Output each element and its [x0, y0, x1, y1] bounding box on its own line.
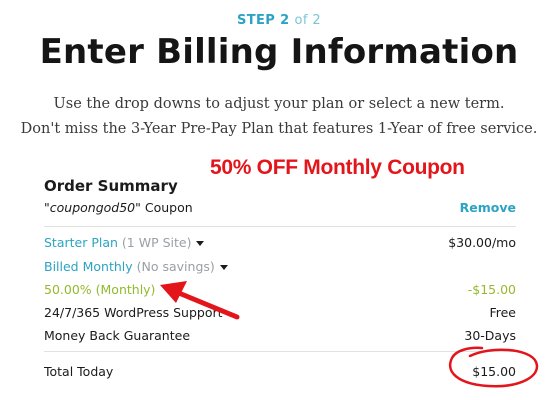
- billing-row: Billed Monthly (No savings): [44, 259, 516, 279]
- instruction-line-2: Don't miss the 3-Year Pre-Pay Plan that …: [20, 121, 538, 137]
- guarantee-label: Money Back Guarantee: [44, 328, 191, 343]
- coupon-label: Coupon: [144, 200, 193, 215]
- step-total: of 2: [294, 13, 322, 28]
- plan-name[interactable]: Starter Plan: [44, 235, 118, 250]
- plan-row: Starter Plan (1 WP Site) $30.00/mo: [44, 235, 516, 255]
- guarantee-row: Money Back Guarantee 30-Days: [44, 328, 516, 348]
- plan-detail: (1 WP Site): [121, 235, 192, 250]
- support-row: 24/7/365 WordPress Support Free: [44, 305, 516, 325]
- coupon-code: "coupongod50": [44, 200, 141, 215]
- divider-top: [44, 226, 516, 227]
- total-label: Total Today: [44, 364, 114, 379]
- step-word: STEP: [236, 13, 276, 28]
- guarantee-value: 30-Days: [464, 328, 516, 343]
- plan-price: $30.00/mo: [448, 235, 516, 250]
- step-number: 2: [280, 13, 290, 28]
- plan-dropdown[interactable]: Starter Plan (1 WP Site): [44, 235, 205, 250]
- step-indicator: STEP 2 of 2: [0, 13, 558, 28]
- billing-term-detail: (No savings): [136, 259, 215, 274]
- total-amount: $15.00: [472, 364, 516, 379]
- plan-chevron-down-icon[interactable]: [196, 241, 205, 246]
- billing-chevron-down-icon[interactable]: [219, 265, 228, 270]
- remove-coupon-link[interactable]: Remove: [460, 200, 516, 215]
- billing-term-name[interactable]: Billed Monthly: [44, 259, 133, 274]
- support-label: 24/7/365 WordPress Support: [44, 305, 223, 320]
- discount-row: 50.00% (Monthly) -$15.00: [44, 282, 516, 302]
- divider-bottom: [44, 351, 516, 352]
- discount-label: 50.00% (Monthly): [44, 282, 156, 297]
- order-summary-title: Order Summary: [44, 177, 178, 195]
- billing-term-dropdown[interactable]: Billed Monthly (No savings): [44, 259, 228, 274]
- coupon-row: "coupongod50" Coupon Remove: [44, 200, 516, 220]
- page-title: Enter Billing Information: [39, 32, 519, 72]
- total-row: Total Today $15.00: [44, 364, 516, 384]
- instruction-line-1: Use the drop downs to adjust your plan o…: [53, 96, 505, 112]
- discount-amount: -$15.00: [467, 282, 516, 297]
- support-value: Free: [489, 305, 516, 320]
- coupon-annotation-label: 50% OFF Monthly Coupon: [210, 156, 465, 179]
